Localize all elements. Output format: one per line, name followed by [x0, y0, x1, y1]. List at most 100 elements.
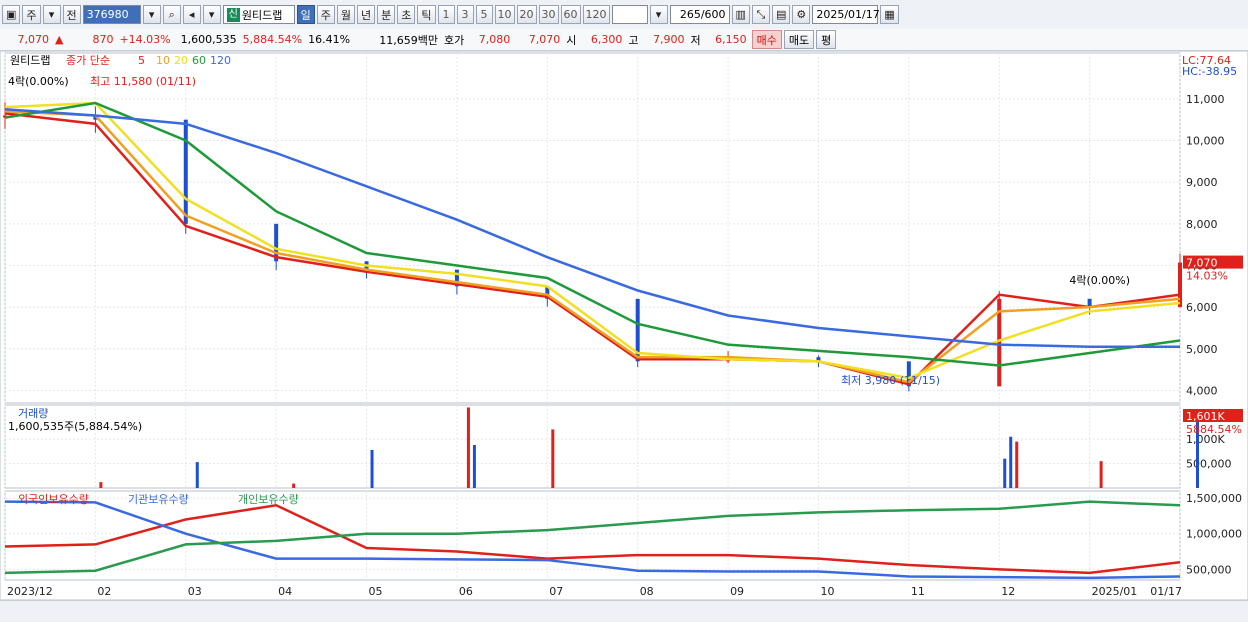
period-day-button[interactable]: 일	[296, 5, 315, 24]
minute-20-button[interactable]: 20	[516, 5, 537, 24]
save-icon[interactable]: ▤	[771, 5, 791, 24]
x-axis-label: 10	[820, 585, 834, 598]
minute-30-button[interactable]: 30	[538, 5, 559, 24]
annotation-top-left: 4락(0.00%)	[8, 75, 69, 88]
speaker-icon[interactable]: ◂	[182, 5, 201, 24]
ma-legend-5: 5	[138, 54, 145, 67]
period-year-button[interactable]: 년	[357, 5, 376, 24]
volume-value-label: 1,601K	[1186, 410, 1225, 423]
volume-bar	[1099, 461, 1103, 488]
date-input[interactable]: 2025/01/17	[812, 5, 880, 24]
hoga-ask: 7,080	[478, 33, 511, 46]
holdings-y-tick-label: 1,500,000	[1186, 492, 1242, 505]
period-second-button[interactable]: 초	[397, 5, 416, 24]
x-axis-label: 02	[97, 585, 111, 598]
speaker-dropdown-icon[interactable]: ▾	[202, 5, 221, 24]
volume-pct-label: 5884.54%	[1186, 423, 1242, 436]
gear-icon[interactable]: ⚙	[792, 5, 811, 24]
period-month-button[interactable]: 월	[336, 5, 356, 24]
period-week-button[interactable]: 주	[316, 5, 335, 24]
minute-1-button[interactable]: 1	[437, 5, 455, 24]
type-select[interactable]: 주	[22, 5, 41, 24]
minute-60-button[interactable]: 60	[560, 5, 581, 24]
search-icon[interactable]: ⌕	[162, 5, 181, 24]
high-price: 7,900	[653, 33, 685, 46]
hc-label: HC:-38.95	[1182, 65, 1237, 78]
holdings-legend-0: 외국인보유수량	[18, 493, 89, 506]
low-price: 6,150	[715, 33, 747, 46]
ma-legend-prefix: 종가 단순	[66, 54, 110, 67]
volume-info: 1,600,535주(5,884.54%)	[8, 420, 142, 433]
interval-input[interactable]	[611, 5, 648, 24]
stock-chart[interactable]: 4,0005,0006,0007,0008,0009,00010,00011,0…	[0, 51, 1248, 600]
price-change-pct: +14.03%	[119, 33, 171, 46]
toolbar: ▣ 주 ▾ 전 376980 ▾ ⌕ ◂ ▾ 신 원티드랩 일 주 월 년 분 …	[0, 0, 1248, 30]
type-dropdown-icon[interactable]: ▾	[42, 5, 61, 24]
low-label: 저	[690, 33, 701, 47]
price-candle-body	[1178, 262, 1182, 308]
open-label: 시	[566, 33, 577, 47]
holdings-legend-2: 개인보유수량	[238, 493, 299, 506]
volume-y-tick-label: 500,000	[1186, 458, 1232, 471]
up-arrow-icon: ▲	[55, 33, 64, 46]
window-menu-icon[interactable]: ▣	[2, 5, 21, 24]
turnover: 16.41%	[308, 33, 351, 46]
current-price-label: 7,070	[1186, 257, 1218, 270]
minute-120-button[interactable]: 120	[582, 5, 610, 24]
price-y-tick-label: 9,000	[1186, 176, 1218, 189]
calendar-icon[interactable]: ▦	[880, 5, 899, 24]
open-price: 6,300	[590, 33, 623, 46]
holdings-y-tick-label: 1,000,000	[1186, 528, 1242, 541]
stock-code-input[interactable]: 376980	[82, 5, 141, 24]
volume-bar	[466, 407, 470, 488]
stock-name: 원티드랩	[241, 8, 283, 22]
x-axis-label: 11	[911, 585, 925, 598]
period-tick-button[interactable]: 틱	[417, 5, 436, 24]
ma-legend-20: 20	[174, 54, 188, 67]
volume-bar	[1003, 458, 1007, 488]
annotation-high: 최고 11,580 (01/11)	[90, 75, 196, 88]
price-pane-frame	[4, 52, 1181, 404]
volume-bar	[370, 449, 374, 488]
new-listing-badge: 신	[226, 7, 240, 22]
interval-dropdown-icon[interactable]: ▾	[649, 5, 668, 24]
ma-legend-10: 10	[156, 54, 170, 67]
price-y-tick-label: 5,000	[1186, 343, 1218, 356]
quote-bar: 7,070 ▲ 870 +14.03% 1,600,535 5,884.54% …	[0, 29, 1248, 51]
x-axis-label: 09	[730, 585, 744, 598]
high-label: 고	[628, 33, 639, 47]
x-axis-label: 06	[459, 585, 473, 598]
hoga-label: 호가	[444, 33, 465, 47]
minute-10-button[interactable]: 10	[494, 5, 515, 24]
prev-button[interactable]: 전	[62, 5, 81, 24]
eval-button[interactable]: 평	[816, 30, 837, 49]
bottom-bar	[0, 600, 1248, 622]
volume-title: 거래량	[18, 407, 48, 420]
volume-bar	[1009, 436, 1013, 488]
x-axis-label: 08	[640, 585, 654, 598]
x-axis-label: 03	[188, 585, 202, 598]
count-input[interactable]: 265/600	[669, 5, 730, 24]
hoga-bid: 7,070	[528, 33, 561, 46]
x-axis-label: 07	[549, 585, 563, 598]
x-axis-label: 12	[1001, 585, 1015, 598]
code-dropdown-icon[interactable]: ▾	[142, 5, 161, 24]
stock-name-field[interactable]: 신 원티드랩	[222, 5, 295, 24]
trend-line-icon[interactable]: ⤡	[751, 5, 770, 24]
price-y-tick-label: 11,000	[1186, 93, 1225, 106]
price-y-tick-label: 10,000	[1186, 135, 1225, 148]
price-candle-body	[183, 119, 188, 224]
price-y-tick-label: 6,000	[1186, 301, 1218, 314]
ma-legend-120: 120	[210, 54, 231, 67]
x-axis-label: 04	[278, 585, 292, 598]
minute-3-button[interactable]: 3	[456, 5, 474, 24]
price-change: 870	[92, 33, 114, 46]
period-minute-button[interactable]: 분	[377, 5, 396, 24]
minute-5-button[interactable]: 5	[475, 5, 493, 24]
sell-button[interactable]: 매도	[783, 30, 815, 49]
price-title: 원티드랩	[10, 54, 50, 67]
buy-button[interactable]: 매수	[751, 30, 782, 49]
candle-type-icon[interactable]: ▥	[731, 5, 750, 24]
price-y-tick-label: 8,000	[1186, 218, 1218, 231]
volume-pct: 5,884.54%	[242, 33, 303, 46]
